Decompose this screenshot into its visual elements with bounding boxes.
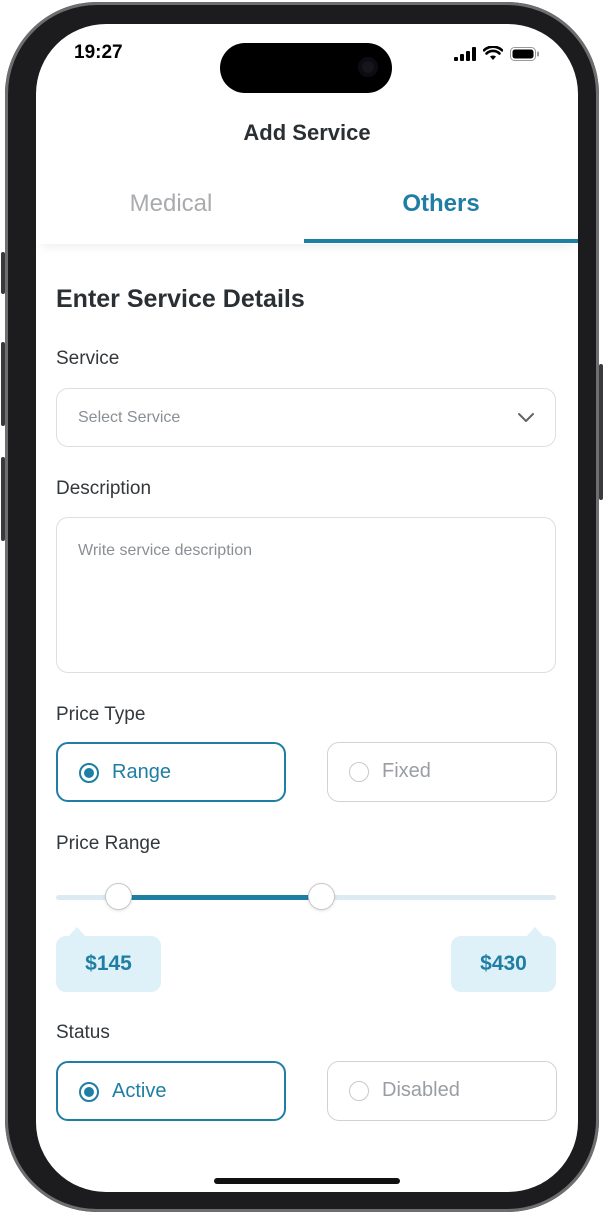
camera-icon (358, 57, 378, 77)
status-time: 19:27 (74, 42, 123, 63)
tab-medical[interactable]: Medical (36, 190, 306, 218)
status-active-option[interactable]: Active (56, 1061, 286, 1121)
phone-frame: 19:27 Add Service Medical Others Enter S… (1, 2, 603, 1212)
price-range-min-handle[interactable] (105, 883, 132, 910)
description-label: Description (56, 478, 152, 499)
status-disabled-option[interactable]: Disabled (327, 1061, 557, 1121)
price-min-tooltip: $145 (56, 927, 161, 992)
status-icons (454, 46, 540, 61)
price-max-tooltip: $430 (451, 927, 556, 992)
power-button (599, 364, 603, 500)
price-range-max-handle[interactable] (307, 883, 335, 910)
price-range-label: Price Range (56, 833, 161, 854)
description-textarea[interactable]: Write service description (56, 517, 556, 673)
signal-icon (454, 46, 476, 61)
price-type-label: Price Type (56, 704, 146, 725)
dynamic-island (220, 43, 392, 93)
price-type-range-label: Range (112, 761, 171, 783)
price-range-fill (118, 895, 321, 900)
radio-unselected-icon (349, 762, 369, 782)
wifi-icon (483, 46, 503, 60)
service-placeholder: Select Service (78, 409, 181, 426)
status-label: Status (56, 1022, 110, 1043)
chevron-down-icon (518, 413, 534, 422)
price-type-range-option[interactable]: Range (56, 742, 286, 802)
tab-others[interactable]: Others (306, 190, 576, 218)
service-select[interactable]: Select Service (56, 388, 556, 447)
action-button (1, 252, 5, 294)
home-indicator (214, 1178, 400, 1184)
page-title: Add Service (243, 120, 371, 145)
volume-down-button (1, 457, 5, 541)
volume-up-button (1, 342, 5, 426)
screen: 19:27 Add Service Medical Others Enter S… (36, 24, 578, 1192)
status-disabled-label: Disabled (382, 1079, 460, 1101)
price-min-value: $145 (85, 952, 132, 975)
battery-icon (510, 46, 539, 61)
price-type-fixed-option[interactable]: Fixed (327, 742, 557, 802)
active-tab-indicator (304, 239, 578, 243)
service-label: Service (56, 348, 120, 369)
price-type-fixed-label: Fixed (382, 760, 431, 782)
radio-selected-icon (79, 1082, 99, 1102)
tab-bar: Medical Others (36, 174, 578, 244)
radio-selected-icon (79, 763, 99, 783)
radio-unselected-icon (349, 1081, 369, 1101)
price-max-value: $430 (480, 952, 527, 975)
description-placeholder: Write service description (78, 542, 252, 559)
section-heading: Enter Service Details (56, 285, 305, 313)
status-active-label: Active (112, 1080, 167, 1102)
